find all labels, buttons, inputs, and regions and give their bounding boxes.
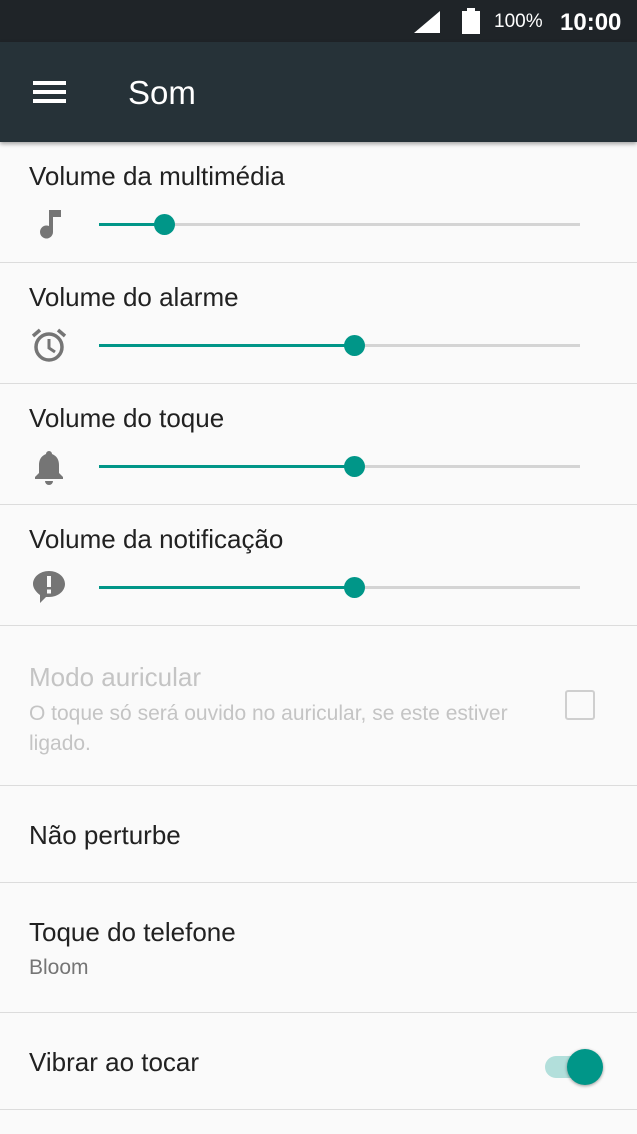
do-not-disturb-row[interactable]: Não perturbe [0, 786, 637, 883]
ringtone-label: Toque do telefone [29, 917, 236, 947]
earpiece-mode-checkbox [565, 690, 595, 720]
bell-icon [35, 451, 63, 485]
vibrate-label: Vibrar ao tocar [29, 1047, 200, 1077]
slider-thumb[interactable] [343, 577, 365, 598]
slider-thumb[interactable] [153, 214, 175, 235]
vibrate-toggle[interactable] [545, 1047, 605, 1087]
media-volume-label: Volume da multimédia [29, 161, 285, 191]
alarm-volume-label: Volume do alarme [29, 282, 239, 312]
page-title: Som [128, 74, 196, 111]
earpiece-mode-description: O toque só será ouvido no auricular, se … [29, 702, 508, 755]
battery-icon [462, 8, 480, 34]
cell-signal-icon [414, 11, 440, 33]
music-note-icon [40, 210, 61, 239]
media-volume-slider[interactable] [99, 214, 580, 235]
ringtone-row[interactable]: Toque do telefone Bloom [0, 883, 637, 1013]
media-volume-row: Volume da multimédia [0, 142, 637, 263]
battery-percentage: 100% [494, 11, 543, 32]
earpiece-mode-row: Modo auricular O toque só será ouvido no… [0, 627, 637, 786]
earpiece-mode-label: Modo auricular [29, 662, 201, 692]
notification-volume-row: Volume da notificação [0, 505, 637, 626]
alarm-volume-slider[interactable] [99, 335, 580, 356]
do-not-disturb-label: Não perturbe [29, 820, 181, 850]
vibrate-row[interactable]: Vibrar ao tocar [0, 1013, 637, 1110]
menu-icon[interactable] [33, 81, 66, 103]
slider-thumb[interactable] [343, 335, 365, 356]
alarm-volume-row: Volume do alarme [0, 263, 637, 384]
ring-volume-slider[interactable] [99, 456, 580, 477]
app-bar: Som [0, 42, 637, 142]
ring-volume-row: Volume do toque [0, 384, 637, 505]
ringtone-value: Bloom [29, 956, 89, 979]
ring-volume-label: Volume do toque [29, 403, 225, 433]
notification-icon [33, 571, 65, 603]
alarm-clock-icon [31, 328, 67, 362]
clock: 10:00 [560, 9, 622, 36]
notification-volume-label: Volume da notificação [29, 524, 284, 554]
status-bar: 100% 10:00 [0, 0, 637, 42]
slider-thumb[interactable] [343, 456, 365, 477]
notification-volume-slider[interactable] [99, 577, 580, 598]
